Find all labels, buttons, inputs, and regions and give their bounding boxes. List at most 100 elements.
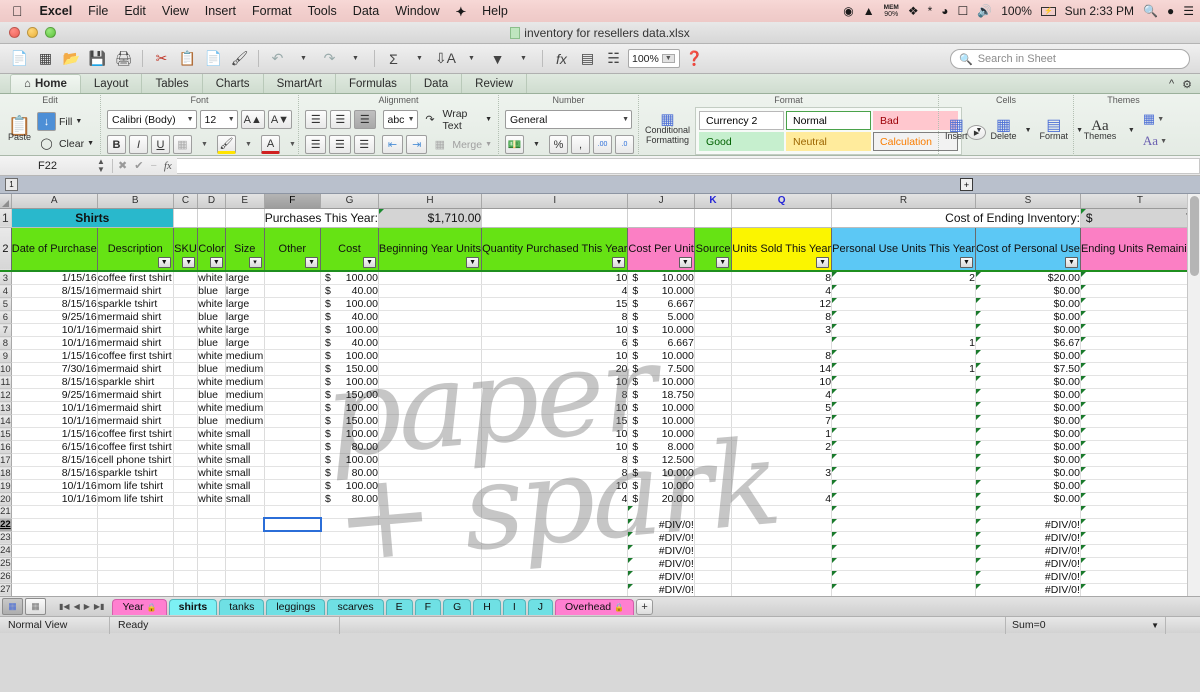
cell-color[interactable]: white bbox=[197, 297, 226, 311]
row-header-15[interactable]: 15 bbox=[0, 427, 12, 441]
row-header-13[interactable]: 13 bbox=[0, 401, 12, 415]
borders-dropdown-icon[interactable]: ▼ bbox=[195, 135, 214, 154]
cell-units-sold[interactable] bbox=[731, 557, 833, 571]
cell-personal-use-units[interactable] bbox=[831, 323, 976, 337]
cell-cost-of-personal-use[interactable]: $0.00 bbox=[975, 323, 1081, 337]
cell-date-of-purchase[interactable]: 8/15/16 bbox=[11, 453, 98, 467]
cell-color[interactable]: blue bbox=[197, 388, 226, 402]
cell-source[interactable] bbox=[694, 362, 733, 376]
cell-cost-per-unit[interactable]: $6.667 bbox=[627, 297, 695, 311]
clock[interactable]: Sun 2:33 PM bbox=[1065, 5, 1134, 17]
cell-style-good[interactable]: Good bbox=[699, 132, 785, 151]
cell-color[interactable]: white bbox=[197, 323, 226, 337]
cell-cost[interactable]: $100.00 bbox=[320, 401, 379, 415]
font-color-button[interactable]: A bbox=[261, 135, 280, 154]
dropbox-icon[interactable]: ✦ bbox=[448, 4, 474, 19]
cell-cost[interactable] bbox=[320, 518, 379, 532]
cell-size[interactable]: small bbox=[225, 440, 265, 454]
cell-cost[interactable]: $80.00 bbox=[320, 466, 379, 480]
cell-cost-of-personal-use[interactable]: $0.00 bbox=[975, 453, 1081, 467]
cell-cost-of-personal-use[interactable]: $20.00 bbox=[975, 271, 1081, 285]
cell-quantity-purchased[interactable]: 8 bbox=[481, 453, 629, 467]
cut-icon[interactable]: ✂ bbox=[150, 48, 173, 70]
row-header-27[interactable]: 27 bbox=[0, 583, 12, 596]
cell-cost-of-personal-use[interactable]: $0.00 bbox=[975, 492, 1081, 506]
cell-sku[interactable] bbox=[173, 557, 199, 571]
cell-size[interactable]: medium bbox=[225, 349, 265, 363]
cell-description[interactable] bbox=[97, 531, 174, 545]
cell-description[interactable]: mermaid shirt bbox=[97, 336, 174, 350]
cell-ending-units-remaining[interactable] bbox=[1080, 388, 1200, 402]
column-header-S[interactable]: S bbox=[975, 194, 1081, 209]
cell-source[interactable] bbox=[694, 583, 733, 596]
open-file-icon[interactable]: 📂 bbox=[60, 48, 83, 70]
cell-sku[interactable] bbox=[173, 440, 199, 454]
cell-size[interactable]: large bbox=[225, 323, 265, 337]
cell-source[interactable] bbox=[694, 492, 733, 506]
search-in-sheet[interactable]: 🔍 Search in Sheet bbox=[950, 49, 1190, 69]
cell-ending-units-remaining[interactable] bbox=[1080, 284, 1200, 298]
open-template-icon[interactable]: ▦ bbox=[34, 48, 57, 70]
cell-description[interactable]: mermaid shirt bbox=[97, 323, 174, 337]
orientation-button[interactable]: abc ▼ bbox=[382, 110, 418, 129]
row-header-3[interactable]: 3 bbox=[0, 271, 12, 285]
cell-source[interactable] bbox=[694, 336, 733, 350]
cell-size[interactable]: large bbox=[225, 310, 265, 324]
cell-description[interactable]: mom life tshirt bbox=[97, 479, 174, 493]
merge-label[interactable]: Merge bbox=[452, 139, 482, 151]
cell-ending-units-remaining[interactable] bbox=[1080, 349, 1200, 363]
row-header-22[interactable]: 22 bbox=[0, 518, 12, 532]
cell-description[interactable] bbox=[97, 518, 174, 532]
add-sheet-button[interactable]: + bbox=[636, 598, 654, 615]
cell-date-of-purchase[interactable] bbox=[11, 544, 98, 558]
number-format-select[interactable]: General ▼ bbox=[505, 110, 632, 129]
filter-icon[interactable]: ▼ bbox=[486, 48, 509, 70]
cell-source[interactable] bbox=[694, 453, 733, 467]
cell-F1-purchases-label[interactable]: Purchases This Year: bbox=[264, 208, 379, 228]
cell-cost[interactable]: $80.00 bbox=[320, 492, 379, 506]
airplay-icon[interactable]: ☐ bbox=[958, 5, 969, 17]
cell-color[interactable]: white bbox=[197, 427, 226, 441]
cell-sku[interactable] bbox=[173, 401, 199, 415]
cell-ending-units-remaining[interactable] bbox=[1080, 518, 1200, 532]
cell-color[interactable]: blue bbox=[197, 284, 226, 298]
menu-item-excel[interactable]: Excel bbox=[32, 4, 81, 18]
cell-units-sold[interactable] bbox=[731, 583, 833, 596]
cell-other[interactable] bbox=[264, 453, 322, 467]
cell-units-sold[interactable]: 4 bbox=[731, 284, 833, 298]
next-sheet-icon[interactable]: ▶ bbox=[84, 602, 90, 611]
cell-beginning-year-units[interactable] bbox=[378, 271, 483, 285]
cell-cost-per-unit[interactable]: #DIV/0! bbox=[627, 570, 695, 584]
header-personal-use-units-this-year[interactable]: Personal Use Units This Year ▼ bbox=[831, 226, 976, 272]
column-header-E[interactable]: E bbox=[225, 194, 265, 209]
table-row[interactable]: 15 1/15/16 coffee first tshirt white small $1… bbox=[0, 427, 1200, 441]
table-row[interactable]: 16 6/15/16 coffee first tshirt white small $8… bbox=[0, 440, 1200, 454]
cell-R1-ending-label[interactable]: Cost of Ending Inventory: bbox=[831, 208, 1081, 228]
cell-cost-per-unit[interactable]: #DIV/0! bbox=[627, 583, 695, 596]
delete-cells-button[interactable]: ▦ Delete bbox=[991, 107, 1017, 155]
table-row[interactable]: 23 #DIV/0! #DIV/0! bbox=[0, 531, 1200, 545]
cell-cost-of-personal-use[interactable]: #DIV/0! bbox=[975, 518, 1081, 532]
cell-cost[interactable]: $150.00 bbox=[320, 414, 379, 428]
column-header-R[interactable]: R bbox=[831, 194, 976, 209]
sort-dropdown-icon[interactable]: ▼ bbox=[460, 48, 483, 70]
table-row[interactable]: 7 10/1/16 mermaid shirt white large $100.00 10… bbox=[0, 323, 1200, 337]
theme-fonts-dropdown-icon[interactable]: ▼ bbox=[1160, 138, 1167, 145]
save-icon[interactable]: 💾 bbox=[86, 48, 109, 70]
cell-units-sold[interactable]: 2 bbox=[731, 440, 833, 454]
cell-personal-use-units[interactable] bbox=[831, 583, 976, 596]
cell-units-sold[interactable]: 7 bbox=[731, 414, 833, 428]
cell-cost[interactable] bbox=[320, 557, 379, 571]
comma-format-button[interactable]: , bbox=[571, 135, 590, 154]
cell-personal-use-units[interactable] bbox=[831, 310, 976, 324]
cell-description[interactable]: sparkle tshirt bbox=[97, 466, 174, 480]
cell-cost-per-unit[interactable]: #DIV/0! bbox=[627, 557, 695, 571]
cell-other[interactable] bbox=[264, 492, 322, 506]
cell-quantity-purchased[interactable] bbox=[481, 505, 629, 519]
toolbox-icon[interactable]: ☵ bbox=[602, 48, 625, 70]
cell-color[interactable] bbox=[197, 518, 226, 532]
cell-beginning-year-units[interactable] bbox=[378, 297, 483, 311]
cell-date-of-purchase[interactable]: 10/1/16 bbox=[11, 492, 98, 506]
cell-Q1[interactable] bbox=[731, 208, 833, 228]
header-cost-of-personal-use[interactable]: Cost of Personal Use ▼ bbox=[975, 226, 1081, 272]
